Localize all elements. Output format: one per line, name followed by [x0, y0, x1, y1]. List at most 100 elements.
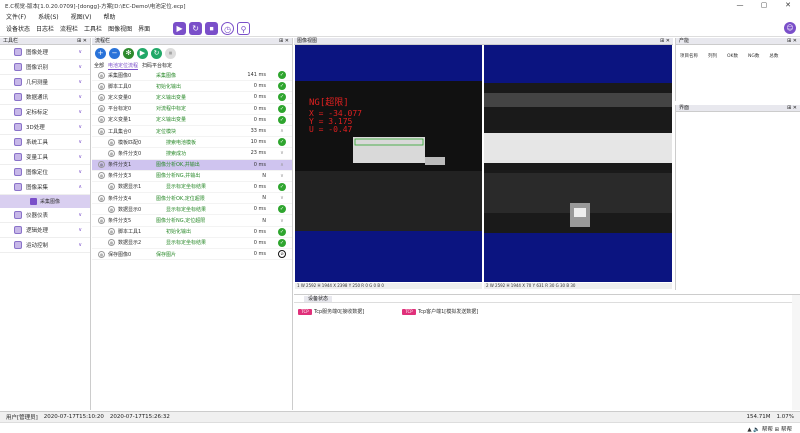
- device-scrollbar[interactable]: [792, 295, 800, 410]
- taskbar-tray[interactable]: ▲ 🔈 帮帮 ⊞ 帮帮: [747, 425, 792, 433]
- category-calibration[interactable]: 定标标定 ∨: [0, 105, 90, 120]
- remove-icon[interactable]: −: [109, 47, 120, 59]
- category-geometry[interactable]: 几何测量 ∨: [0, 75, 90, 90]
- ok-check-icon[interactable]: ✓: [278, 205, 286, 214]
- flow-row-time: 23 ms: [250, 150, 266, 157]
- menu-file[interactable]: 文件(F): [6, 12, 26, 21]
- ok-check-icon[interactable]: ✓: [278, 138, 286, 147]
- pin-icon[interactable]: ⊞ ✕: [787, 38, 797, 45]
- flow-row-time: 141 ms: [247, 72, 266, 79]
- flow-row[interactable]: ◎ 条件分支1 图像分析OK,并输出 0 ms ∧: [92, 159, 292, 171]
- pin-icon[interactable]: ⊞ ✕: [279, 38, 289, 45]
- loop-icon[interactable]: ↻: [151, 47, 162, 59]
- user-search-icon[interactable]: ⚲: [237, 22, 251, 35]
- chevron-down-icon[interactable]: ∨: [278, 149, 286, 157]
- taskbar: ▲ 🔈 帮帮 ⊞ 帮帮: [0, 422, 800, 433]
- toolbar-tools[interactable]: 工具栏: [84, 24, 102, 33]
- flow-row[interactable]: ◎ 条件分支0 搜索成功 23 ms ∨: [92, 148, 292, 160]
- chevron-down-icon[interactable]: ∨: [278, 172, 286, 180]
- module-icon: ◎: [108, 138, 115, 146]
- toolbar-log[interactable]: 日志栏: [36, 24, 54, 33]
- settings-icon[interactable]: ✻: [123, 47, 134, 59]
- flow-row[interactable]: ◎ 定义变量1 定义输出变量 0 ms ✓: [92, 115, 292, 126]
- ok-check-icon[interactable]: ✓: [278, 182, 286, 191]
- close-button[interactable]: ✕: [776, 0, 800, 11]
- device-tcp-client[interactable]: TCP Tcp客户端1[模拟发送数据]: [402, 308, 478, 315]
- image-view-left[interactable]: NG[超限] X = -34.077 Y = 3.175 U = -0.47: [295, 45, 482, 282]
- category-logic[interactable]: 逻辑处理 ∨: [0, 223, 90, 238]
- ok-check-icon[interactable]: ✓: [278, 93, 286, 102]
- stop-icon[interactable]: ⏸: [165, 47, 176, 59]
- flow-row[interactable]: ◎ 脚本工具1 初始化输出 0 ms ✓: [92, 227, 292, 238]
- category-comms[interactable]: 数据通讯 ∨: [0, 90, 90, 105]
- device-status-tab[interactable]: 设备状态: [294, 295, 800, 303]
- category-3d[interactable]: 3D处理 ∨: [0, 120, 90, 135]
- pin-icon[interactable]: ⊞ ✕: [660, 38, 670, 45]
- tool-acquire-image[interactable]: 采集图像: [0, 195, 90, 208]
- flow-row[interactable]: ◎ 工具集合0 定位模块 33 ms ∧: [92, 126, 292, 138]
- ok-check-icon[interactable]: ✓: [278, 82, 286, 91]
- flow-row[interactable]: ◎ 条件分支4 图像分析OK,定位超限 N ∨: [92, 193, 292, 205]
- ok-check-icon[interactable]: ✓: [278, 238, 286, 247]
- menu-system[interactable]: 系统(S): [38, 12, 59, 21]
- tab-scan-calib[interactable]: 扫码平台标定: [142, 62, 172, 69]
- category-image-recognition[interactable]: 图像识别 ∨: [0, 60, 90, 75]
- run-loop-icon[interactable]: ↻: [189, 22, 203, 35]
- flow-row[interactable]: ◎ 保存图像0 保存图片 0 ms ⊘: [92, 249, 292, 261]
- category-image-acquire[interactable]: 图像采集 ∧: [0, 180, 90, 195]
- flow-row[interactable]: ◎ 条件分支5 图像分析NG,定位超限 N ∨: [92, 215, 292, 227]
- disabled-icon[interactable]: ⊘: [278, 250, 286, 259]
- category-system-tools[interactable]: 系统工具 ∨: [0, 135, 90, 150]
- flow-row[interactable]: ◎ 模板匹配0 搜索电池模板 10 ms ✓: [92, 137, 292, 149]
- flow-row[interactable]: ◎ 脚本工具0 初始化输出 0 ms ✓: [92, 81, 292, 93]
- pin-icon[interactable]: ⊞ ✕: [787, 105, 797, 112]
- ok-check-icon[interactable]: ✓: [278, 71, 286, 80]
- camera-icon: [30, 198, 37, 205]
- menu-view[interactable]: 视图(V): [71, 12, 92, 21]
- add-icon[interactable]: +: [95, 47, 106, 59]
- ok-check-icon[interactable]: ✓: [278, 104, 286, 113]
- flow-row-desc: 显示标定坐标结果: [166, 184, 207, 191]
- chevron-down-icon[interactable]: ∨: [278, 217, 286, 225]
- run-icon[interactable]: ▶: [137, 47, 148, 59]
- interface-header: 界面 ⊞ ✕: [676, 105, 800, 112]
- maximize-button[interactable]: ▢: [752, 0, 776, 11]
- ok-check-icon[interactable]: ✓: [278, 227, 286, 236]
- category-image-locate[interactable]: 图像定位 ∨: [0, 165, 90, 180]
- flow-row[interactable]: ◎ 平台标定0 对流程中标定 0 ms ✓: [92, 104, 292, 115]
- category-image-processing[interactable]: 图像处理 ∨: [0, 45, 90, 60]
- timer-icon[interactable]: ◷: [221, 22, 235, 35]
- flow-row[interactable]: ◎ 数据显示0 显示标定坐标结果 0 ms ✓: [92, 204, 292, 216]
- flow-row[interactable]: ◎ 条件分支3 图像分析NG,并输出 N ∨: [92, 171, 292, 182]
- toolbar-flow[interactable]: 流程栏: [60, 24, 78, 33]
- ok-check-icon[interactable]: ✓: [278, 115, 286, 124]
- image-view-right[interactable]: [484, 45, 672, 282]
- category-motion[interactable]: 运动控制 ∨: [0, 238, 90, 253]
- tab-all[interactable]: 全部: [94, 62, 104, 69]
- stop-icon[interactable]: ⏹: [205, 22, 219, 35]
- run-once-icon[interactable]: ▶: [173, 22, 187, 35]
- toolbar-device-status[interactable]: 设备状态: [6, 24, 30, 33]
- toolbar-image-view[interactable]: 图像视图: [108, 24, 132, 33]
- menu-help[interactable]: 帮助: [103, 12, 115, 21]
- chevron-down-icon[interactable]: ∨: [278, 194, 286, 202]
- flow-row[interactable]: ◎ 采集图像0 采集图像 141 ms ✓: [92, 70, 292, 82]
- category-icon: [14, 63, 22, 71]
- flow-row-name: 数据显示2: [118, 240, 142, 247]
- flow-row[interactable]: ◎ 定义变量0 定义输出变量 0 ms ✓: [92, 92, 292, 104]
- chevron-up-icon[interactable]: ∧: [278, 127, 286, 135]
- user-avatar-icon[interactable]: ☺: [784, 22, 796, 34]
- tab-battery-flow[interactable]: 电池定位流程: [108, 62, 139, 70]
- category-instruments[interactable]: 仪器仪表 ∨: [0, 208, 90, 223]
- chevron-up-icon[interactable]: ∧: [278, 161, 286, 169]
- pin-icon[interactable]: ⊞ ✕: [77, 38, 87, 45]
- module-icon: ◎: [98, 172, 105, 180]
- module-icon: ◎: [98, 105, 105, 113]
- category-variable-tools[interactable]: 变量工具 ∨: [0, 150, 90, 165]
- flow-row-desc: 对流程中标定: [156, 106, 187, 113]
- flow-row[interactable]: ◎ 数据显示1 显示标定坐标结果 0 ms ✓: [92, 182, 292, 194]
- flow-row[interactable]: ◎ 数据显示2 显示标定坐标结果 0 ms ✓: [92, 238, 292, 249]
- device-tcp-server[interactable]: TCP Tcp服务端0[接收数据]: [298, 308, 364, 315]
- toolbar-interface[interactable]: 界面: [138, 24, 150, 33]
- minimize-button[interactable]: —: [728, 0, 752, 11]
